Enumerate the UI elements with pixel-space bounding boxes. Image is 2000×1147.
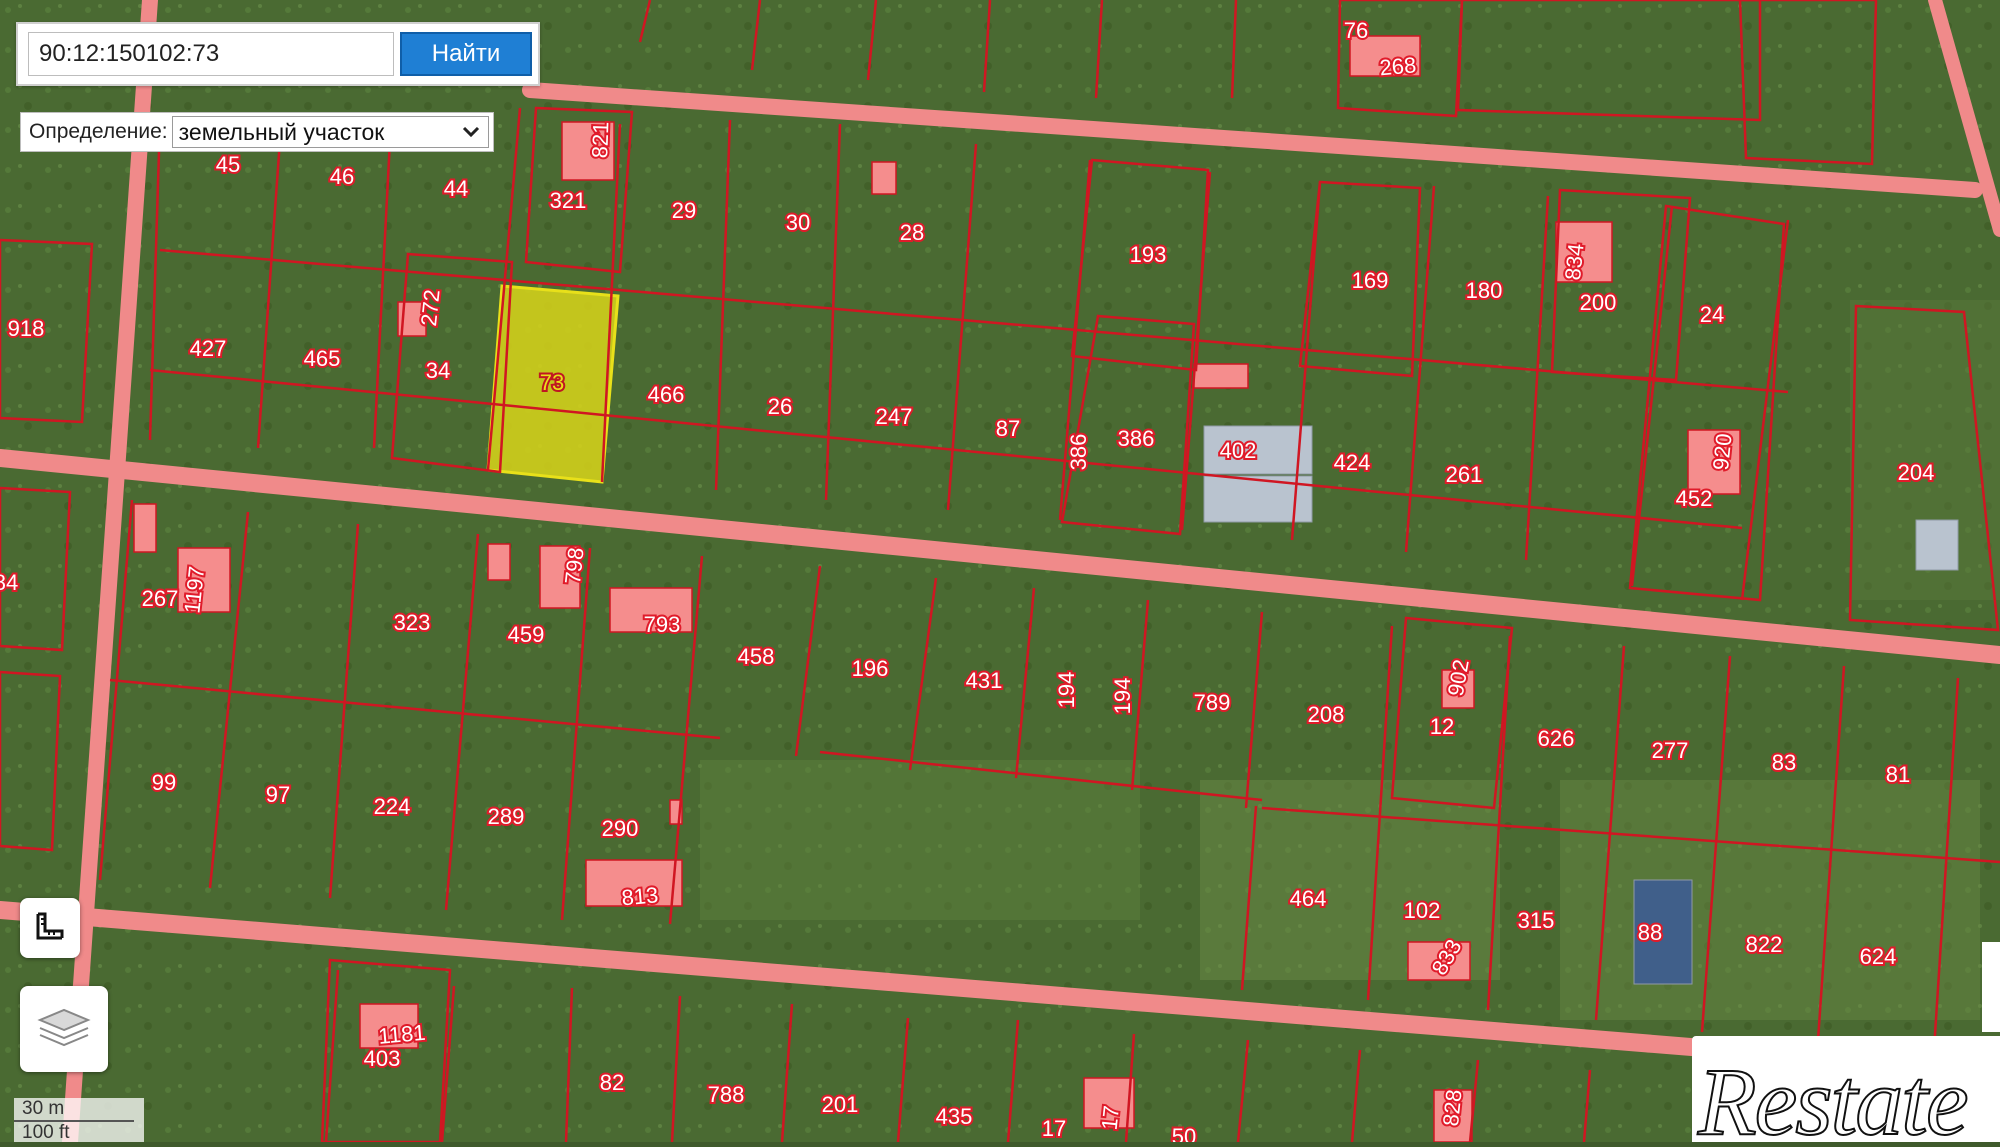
- definition-selected-value: земельный участок: [178, 118, 385, 145]
- parcel-label: 386: [1118, 426, 1155, 451]
- scale-bar: 30 m 100 ft: [14, 1098, 144, 1142]
- building-label: 834: [1560, 242, 1589, 281]
- definition-select[interactable]: земельный участок: [171, 116, 489, 148]
- parcel-label: 431: [966, 668, 1003, 693]
- parcel-label: 315: [1518, 908, 1555, 933]
- building-label: 17: [1097, 1104, 1124, 1131]
- parcel-label: 247: [876, 404, 913, 429]
- scale-imperial: 100 ft: [22, 1122, 70, 1142]
- chevron-down-icon: [454, 117, 488, 147]
- parcel-label: 50: [1172, 1124, 1196, 1142]
- parcel-label: 17: [1042, 1116, 1066, 1141]
- parcel-label: 386: [1066, 434, 1091, 471]
- parcel-label: 24: [1700, 302, 1724, 327]
- layers-icon: [36, 1002, 92, 1057]
- restate-logo: Restate: [1696, 1047, 1970, 1147]
- cadastral-number-input[interactable]: [28, 32, 394, 76]
- parcel-label: 465: [304, 346, 341, 371]
- restate-watermark: Restate: [1692, 1036, 2000, 1147]
- parcel-label: 30: [786, 210, 810, 235]
- parcel-label: 323: [394, 610, 431, 635]
- parcel-label: 201: [822, 1092, 859, 1117]
- parcel-label: 424: [1334, 450, 1371, 475]
- parcel-label: 289: [488, 804, 525, 829]
- parcel-label: 277: [1652, 738, 1689, 763]
- search-button[interactable]: Найти: [400, 32, 532, 76]
- ruler-button[interactable]: [20, 898, 80, 958]
- parcel-label: 34: [426, 358, 450, 383]
- parcel-label: 26: [768, 394, 792, 419]
- building-label: 821: [587, 121, 613, 159]
- parcel-label: 464: [1290, 886, 1327, 911]
- parcel-label: 624: [1860, 944, 1897, 969]
- building-label: 813: [620, 882, 659, 910]
- parcel-label: 224: [374, 794, 411, 819]
- parcel-label: 84: [0, 570, 18, 595]
- parcel-label: 45: [216, 152, 240, 177]
- parcel-label: 82: [600, 1070, 624, 1095]
- parcel-label: 788: [708, 1082, 745, 1107]
- building-label: 1181: [377, 1020, 426, 1049]
- parcel-label: 458: [738, 644, 775, 669]
- building-label: 920: [1708, 432, 1737, 471]
- parcel-label: 196: [852, 656, 889, 681]
- parcel-label: 626: [1538, 726, 1575, 751]
- layers-button[interactable]: [20, 986, 108, 1072]
- parcel-label: 102: [1404, 898, 1441, 923]
- parcel-label: 28: [900, 220, 924, 245]
- parcel-label: 12: [1430, 714, 1454, 739]
- parcel-label: 73: [540, 370, 564, 395]
- parcel-label: 193: [1130, 242, 1167, 267]
- parcel-label: 81: [1886, 762, 1910, 787]
- parcel-label: 44: [444, 176, 468, 201]
- parcel-label: 435: [936, 1104, 973, 1129]
- parcel-label: 403: [364, 1046, 401, 1071]
- parcel-label: 208: [1308, 702, 1345, 727]
- parcel-label: 427: [190, 336, 227, 361]
- parcel-label: 204: [1898, 460, 1935, 485]
- building-label: 798: [560, 546, 589, 585]
- definition-label: Определение:: [29, 120, 168, 143]
- parcel-label: 200: [1580, 290, 1617, 315]
- parcel-label: 99: [152, 770, 176, 795]
- parcel-label: 290: [602, 816, 639, 841]
- parcel-label: 29: [672, 198, 696, 223]
- parcel-label: 83: [1772, 750, 1796, 775]
- building-label: 272: [416, 288, 445, 327]
- parcel-label: 459: [508, 622, 545, 647]
- map-canvas[interactable]: 45 46 44 321 29 30 28 193 169 180 200 24…: [0, 0, 2000, 1142]
- building-label: 828: [1438, 1088, 1467, 1127]
- parcel-label: 88: [1638, 920, 1662, 945]
- building-label: 268: [1378, 52, 1417, 80]
- ruler-icon: [35, 911, 65, 946]
- definition-panel: Определение: земельный участок: [20, 112, 494, 152]
- parcel-label: 402: [1220, 438, 1257, 463]
- watermark-text: Restate: [1697, 1048, 1967, 1142]
- parcel-label: 789: [1194, 690, 1231, 715]
- parcel-label: 793: [644, 612, 681, 637]
- map-edge-panel: [1982, 942, 2000, 1032]
- parcel-label: 267: [142, 586, 179, 611]
- parcel-label: 169: [1352, 268, 1389, 293]
- parcel-label: 97: [266, 782, 290, 807]
- parcel-label: 87: [996, 416, 1020, 441]
- parcel-label: 76: [1344, 18, 1368, 43]
- parcel-label: 194: [1110, 678, 1135, 715]
- parcel-label: 194: [1054, 672, 1079, 709]
- search-panel: Найти: [16, 22, 540, 86]
- parcel-label: 261: [1446, 462, 1483, 487]
- scale-metric: 30 m: [14, 1098, 134, 1122]
- parcel-label: 321: [550, 188, 587, 213]
- parcel-label: 822: [1746, 932, 1783, 957]
- building-label: 1197: [179, 565, 209, 615]
- parcel-label: 180: [1466, 278, 1503, 303]
- parcel-label: 466: [648, 382, 685, 407]
- parcel-label: 452: [1676, 486, 1713, 511]
- parcel-label: 46: [330, 164, 354, 189]
- parcel-label: 918: [8, 316, 45, 341]
